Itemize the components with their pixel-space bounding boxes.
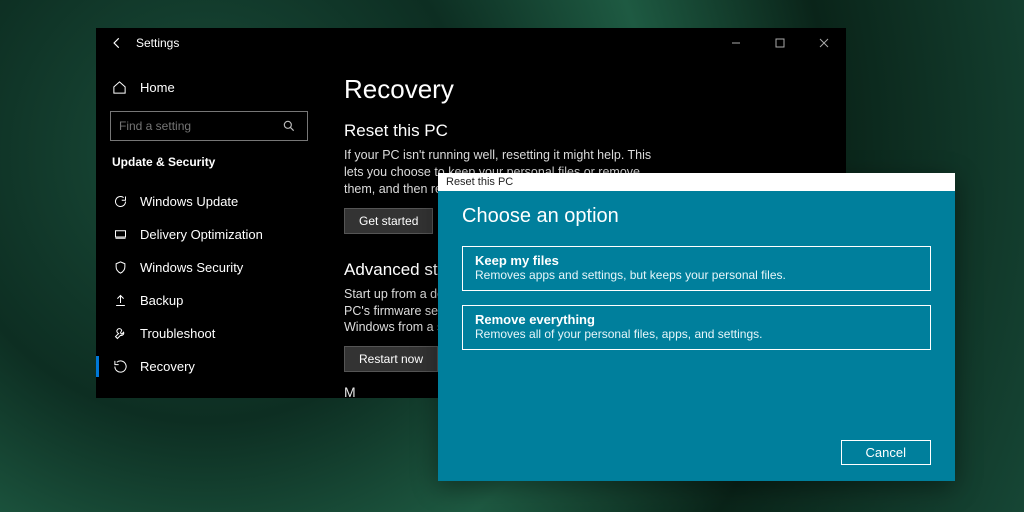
dialog-titlebar: Reset this PC [438,173,955,191]
cancel-button[interactable]: Cancel [841,440,931,465]
window-title: Settings [136,36,179,50]
sidebar-item-windows-update[interactable]: Windows Update [96,185,308,218]
dialog-heading: Choose an option [462,205,931,228]
minimize-icon[interactable] [714,28,758,58]
sidebar-item-label: Windows Security [140,260,243,275]
sidebar-item-label: Windows Update [140,194,238,209]
sidebar-item-backup[interactable]: Backup [96,284,308,317]
titlebar: Settings [96,28,846,58]
option-desc: Removes apps and settings, but keeps you… [475,268,918,282]
wrench-icon [112,326,128,341]
home-label: Home [140,80,175,95]
option-title: Keep my files [475,253,918,268]
search-box[interactable] [110,111,308,141]
recovery-icon [112,359,128,374]
shield-icon [112,260,128,275]
sidebar-item-troubleshoot[interactable]: Troubleshoot [96,317,308,350]
option-title: Remove everything [475,312,918,327]
option-desc: Removes all of your personal files, apps… [475,327,918,341]
option-remove-everything[interactable]: Remove everything Removes all of your pe… [462,305,931,350]
nav-list: Windows Update Delivery Optimization Win… [96,185,308,383]
get-started-button[interactable]: Get started [344,208,433,234]
close-icon[interactable] [802,28,846,58]
home-link[interactable]: Home [110,76,308,99]
restart-now-button[interactable]: Restart now [344,346,438,372]
sidebar-item-label: Delivery Optimization [140,227,263,242]
option-keep-my-files[interactable]: Keep my files Removes apps and settings,… [462,246,931,291]
sidebar-item-delivery-optimization[interactable]: Delivery Optimization [96,218,308,251]
maximize-icon[interactable] [758,28,802,58]
page-title: Recovery [344,74,824,105]
sidebar-item-label: Backup [140,293,183,308]
backup-icon [112,293,128,308]
search-input[interactable] [111,119,282,133]
sync-icon [112,194,128,209]
sidebar-item-label: Troubleshoot [140,326,215,341]
back-icon[interactable] [110,36,124,50]
sidebar-item-label: Recovery [140,359,195,374]
sidebar: Home Update & Security Windows Update De… [96,58,322,398]
reset-dialog: Reset this PC Choose an option Keep my f… [438,173,955,481]
sidebar-item-recovery[interactable]: Recovery [96,350,308,383]
home-icon [112,80,128,95]
section-label: Update & Security [112,155,308,169]
window-controls [714,28,846,58]
delivery-icon [112,227,128,242]
reset-heading: Reset this PC [344,121,824,141]
search-icon [282,119,307,133]
sidebar-item-windows-security[interactable]: Windows Security [96,251,308,284]
